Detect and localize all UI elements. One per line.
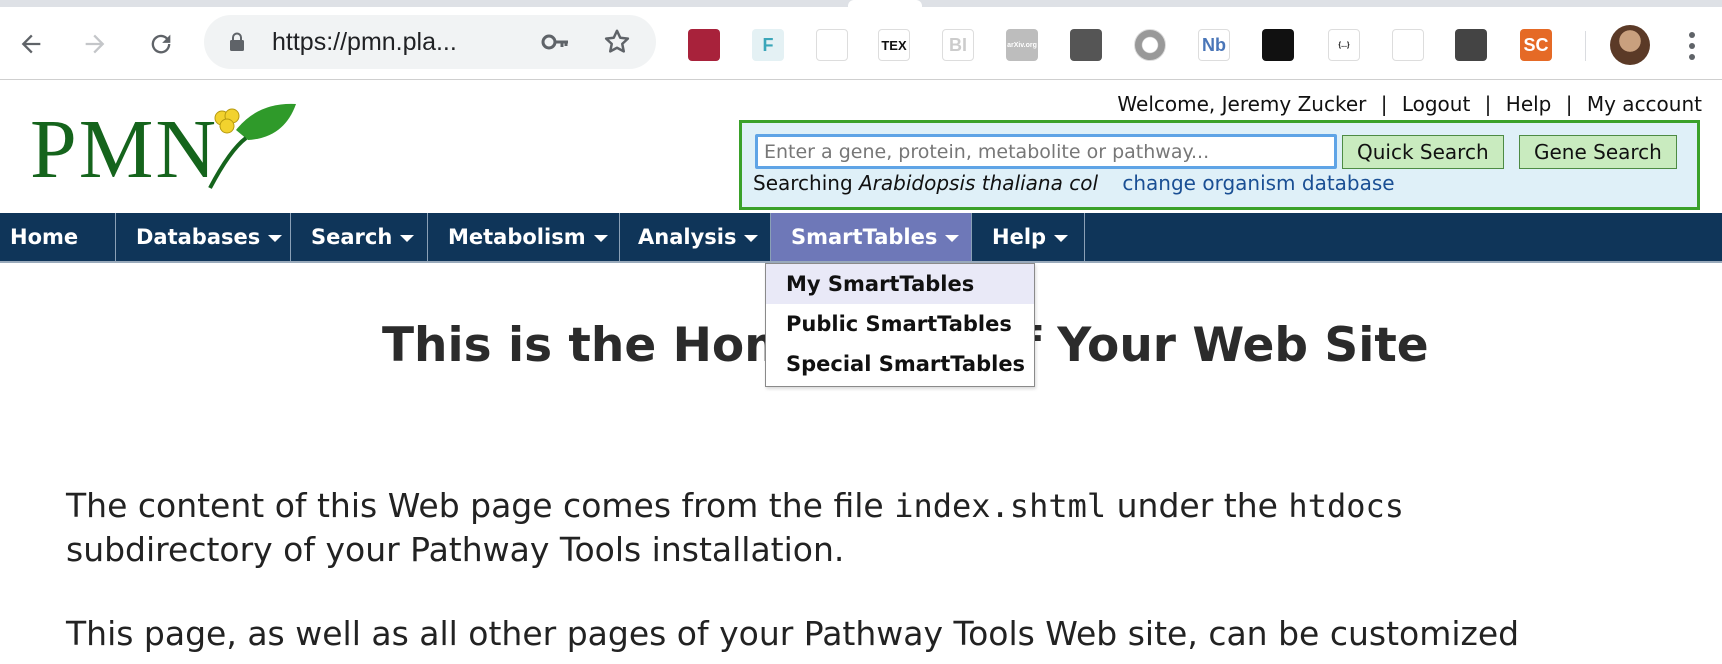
menu-item-public-smarttables[interactable]: Public SmartTables — [766, 304, 1034, 344]
arrow-left-icon — [21, 34, 41, 54]
nav-item-metabolism[interactable]: Metabolism — [428, 213, 620, 261]
browser-menu-icon[interactable] — [1686, 29, 1698, 63]
braces-icon[interactable]: {...} — [1328, 29, 1360, 61]
nav-item-smarttables[interactable]: SmartTables — [771, 213, 972, 261]
search-organism-line: Searching Arabidopsis thaliana col chang… — [753, 171, 1395, 195]
main-navbar: Home Databases Search Metabolism Analysi… — [0, 213, 1722, 263]
lightbulb-icon[interactable] — [1455, 29, 1487, 61]
caret-down-icon — [593, 234, 608, 242]
paragraph-text: The content of this Web page comes from … — [66, 486, 884, 525]
mendeley-icon[interactable] — [688, 29, 720, 61]
nb-icon[interactable]: Nb — [1198, 29, 1230, 61]
gene-search-button[interactable]: Gene Search — [1519, 135, 1677, 169]
search-input[interactable] — [755, 134, 1337, 169]
pmn-logo[interactable]: PMN — [30, 100, 296, 196]
forward-button[interactable] — [78, 27, 112, 61]
caret-down-icon — [1054, 234, 1069, 242]
smarttables-dropdown: My SmartTables Public SmartTables Specia… — [765, 263, 1035, 387]
welcome-text: Welcome, Jeremy Zucker — [1117, 92, 1367, 116]
lock-icon[interactable] — [1262, 29, 1294, 61]
circle-icon[interactable] — [1134, 29, 1166, 61]
f-icon[interactable]: F — [752, 29, 784, 61]
caret-down-icon — [268, 234, 283, 242]
nav-label: Databases — [136, 225, 261, 249]
profile-avatar[interactable] — [1610, 25, 1650, 65]
browser-toolbar: https://pmn.pla... F TEX BI arXiv.org Nb {...… — [0, 7, 1722, 80]
tab-strip — [0, 0, 1722, 7]
nav-item-help[interactable]: Help — [972, 213, 1085, 261]
change-organism-link[interactable]: change organism database — [1122, 171, 1394, 195]
help-link[interactable]: Help — [1506, 92, 1552, 116]
nav-label: Analysis — [638, 225, 737, 249]
nav-item-home[interactable]: Home — [0, 213, 116, 261]
nav-label: Metabolism — [448, 225, 586, 249]
arrow-right-icon — [85, 34, 105, 54]
account-links: Welcome, Jeremy Zucker | Logout | Help |… — [1117, 92, 1702, 116]
directory-code: htdocs — [1288, 487, 1405, 525]
nav-label: Home — [10, 225, 79, 249]
lock-icon — [230, 32, 244, 51]
arxiv-icon[interactable]: arXiv.org — [1006, 29, 1038, 61]
caret-down-icon — [400, 234, 415, 242]
caret-down-icon — [945, 234, 960, 242]
customization-paragraph: This page, as well as all other pages of… — [66, 614, 1520, 653]
document-icon[interactable] — [816, 29, 848, 61]
nav-label: Search — [311, 225, 393, 249]
bi-icon[interactable]: BI — [942, 29, 974, 61]
paragraph-text: under the — [1116, 486, 1278, 525]
logout-link[interactable]: Logout — [1402, 92, 1470, 116]
intro-paragraph: The content of this Web page comes from … — [66, 484, 1666, 572]
address-bar[interactable]: https://pmn.pla... — [204, 15, 656, 69]
nav-item-search[interactable]: Search — [291, 213, 428, 261]
sc-icon[interactable]: SC — [1520, 29, 1552, 61]
my-account-link[interactable]: My account — [1587, 92, 1702, 116]
nav-label: Help — [992, 225, 1047, 249]
menu-item-special-smarttables[interactable]: Special SmartTables — [766, 344, 1034, 384]
reload-button[interactable] — [144, 27, 178, 61]
url-text[interactable]: https://pmn.pla... — [272, 28, 457, 57]
menu-item-my-smarttables[interactable]: My SmartTables — [766, 264, 1034, 304]
key-icon[interactable] — [540, 30, 570, 54]
tex-icon[interactable]: TEX — [878, 29, 910, 61]
toolbar-separator — [1585, 31, 1586, 61]
caret-down-icon — [744, 234, 759, 242]
nav-item-databases[interactable]: Databases — [116, 213, 291, 261]
star-icon[interactable] — [602, 27, 632, 57]
search-panel: Quick Search Gene Search Searching Arabi… — [739, 120, 1700, 210]
sprout-icon — [208, 103, 296, 189]
logo-text: PMN — [30, 103, 219, 196]
nav-label: SmartTables — [791, 225, 938, 249]
organism-name: Arabidopsis thaliana col — [859, 171, 1099, 195]
filename-code: index.shtml — [894, 487, 1107, 525]
speech-bubble-icon[interactable] — [1392, 29, 1424, 61]
searching-label: Searching — [753, 171, 853, 195]
github-icon[interactable] — [1070, 29, 1102, 61]
quick-search-button[interactable]: Quick Search — [1342, 135, 1504, 169]
paragraph-text: subdirectory of your Pathway Tools insta… — [66, 530, 845, 569]
active-tab[interactable] — [848, 0, 922, 7]
back-button[interactable] — [14, 27, 48, 61]
reload-icon — [151, 34, 171, 54]
nav-item-analysis[interactable]: Analysis — [620, 213, 771, 261]
